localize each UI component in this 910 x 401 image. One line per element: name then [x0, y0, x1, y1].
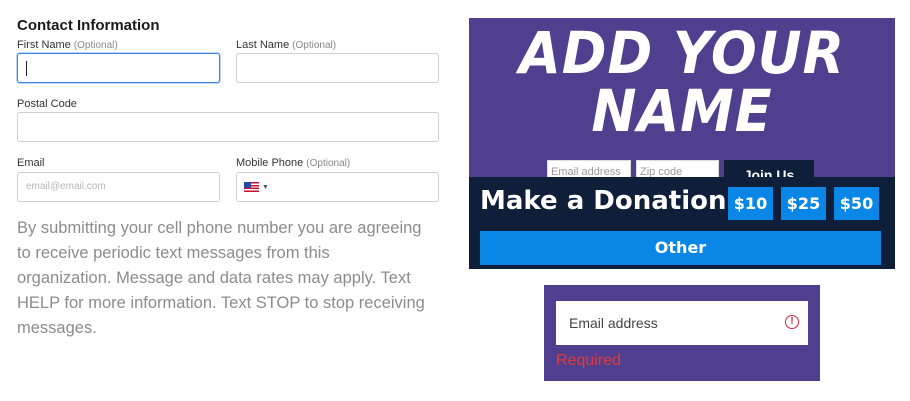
mobile-phone-label: Mobile Phone (Optional) — [236, 157, 350, 169]
last-name-input[interactable] — [236, 53, 439, 83]
alert-circle-icon: ! — [785, 315, 799, 329]
first-name-input[interactable] — [17, 53, 220, 83]
mobile-phone-input[interactable]: ▼ — [236, 172, 439, 202]
email-error-card: Email address ! Required — [544, 285, 820, 381]
donate-50-button[interactable]: $50 — [834, 187, 879, 220]
optional-tag: (Optional) — [292, 40, 337, 51]
email-input[interactable]: email@email.com — [17, 172, 220, 202]
last-name-label-text: Last Name — [236, 39, 290, 51]
headline-line-1: ADD YOUR — [519, 19, 845, 87]
first-name-label-text: First Name — [17, 39, 71, 51]
donation-title: Make a Donation — [480, 186, 727, 216]
contact-form: Contact Information First Name (Optional)… — [0, 0, 460, 401]
country-code-select[interactable]: ▼ — [244, 182, 269, 192]
optional-tag: (Optional) — [73, 40, 118, 51]
donate-25-button[interactable]: $25 — [781, 187, 826, 220]
text-caret — [26, 61, 27, 76]
signup-banner: ADD YOUR NAME Email address Zip code Joi… — [469, 18, 895, 269]
last-name-label: Last Name (Optional) — [236, 39, 336, 51]
postal-code-label: Postal Code — [17, 98, 77, 110]
donate-10-button[interactable]: $10 — [728, 187, 773, 220]
email-placeholder: email@email.com — [26, 181, 106, 192]
mobile-phone-label-text: Mobile Phone — [236, 157, 304, 169]
required-error-message: Required — [556, 352, 621, 369]
headline-line-2: NAME — [591, 77, 773, 145]
caret-down-icon: ▼ — [262, 183, 269, 191]
email-label: Email — [17, 157, 45, 169]
banner-headline: ADD YOUR NAME — [484, 24, 880, 140]
first-name-label: First Name (Optional) — [17, 39, 118, 51]
optional-tag: (Optional) — [306, 158, 351, 169]
donation-bar: Make a Donation $10 $25 $50 Other — [469, 177, 895, 269]
error-email-input[interactable]: Email address ! — [556, 301, 808, 345]
postal-code-input[interactable] — [17, 112, 439, 142]
us-flag-icon — [244, 182, 259, 192]
donate-other-button[interactable]: Other — [480, 231, 881, 265]
sms-disclaimer: By submitting your cell phone number you… — [17, 219, 425, 337]
form-title: Contact Information — [17, 17, 160, 34]
error-email-placeholder: Email address — [569, 315, 658, 331]
